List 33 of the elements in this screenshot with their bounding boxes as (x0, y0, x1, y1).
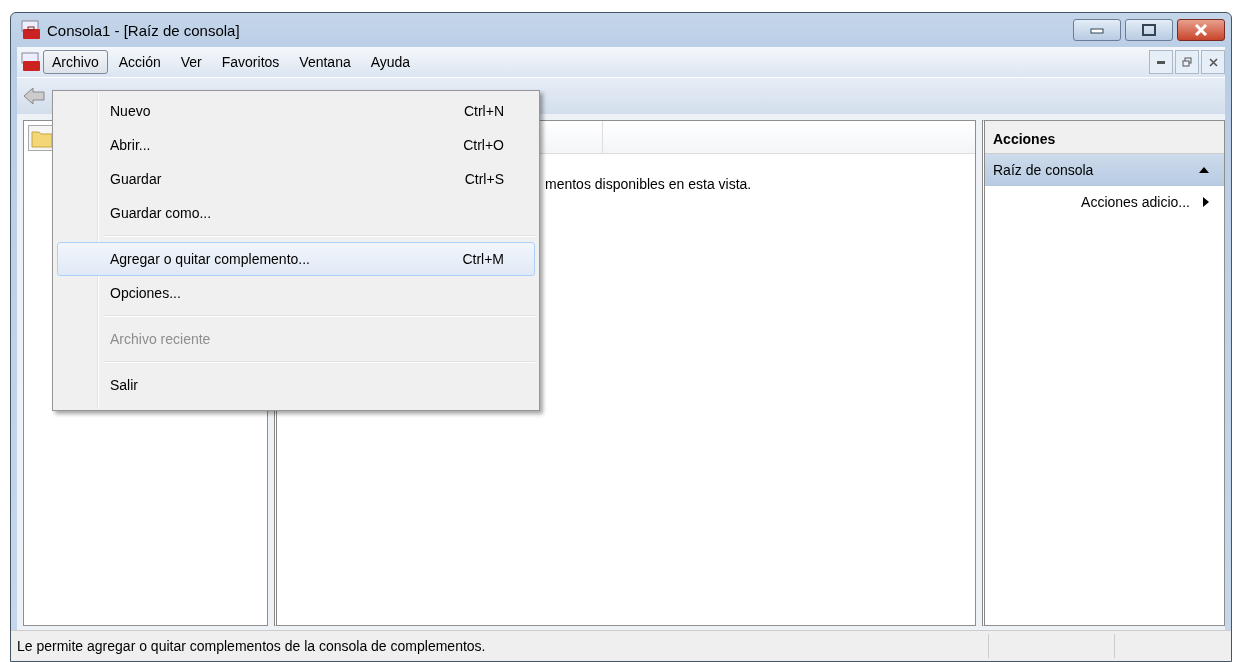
action-item[interactable]: Acciones adicio... (985, 186, 1224, 218)
actions-section-header[interactable]: Raíz de consola (985, 154, 1224, 186)
close-icon (1208, 57, 1218, 67)
menu-item[interactable]: Opciones... (57, 276, 535, 310)
restore-icon (1182, 57, 1192, 67)
maximize-icon (1142, 24, 1156, 36)
submenu-arrow-icon (1202, 196, 1210, 208)
menu-item[interactable]: Favoritos (212, 50, 289, 74)
window-title: Consola1 - [Raíz de consola] (47, 21, 240, 39)
menu-item[interactable]: Ayuda (361, 50, 420, 74)
menu-item[interactable]: Nuevo Ctrl+N (57, 94, 535, 128)
menu-item[interactable]: Ver (171, 50, 211, 74)
menu-item[interactable]: Abrir... Ctrl+O (57, 128, 535, 162)
menu-item[interactable]: Guardar Ctrl+S (57, 162, 535, 196)
status-text: Le permite agregar o quitar complementos de la consola de complementos. (17, 638, 487, 654)
close-button[interactable] (1177, 19, 1225, 41)
minimize-button[interactable] (1073, 19, 1121, 41)
close-icon (1194, 24, 1208, 36)
toolbox-icon (21, 20, 41, 40)
maximize-button[interactable] (1125, 19, 1173, 41)
actions-title: Acciones (985, 121, 1224, 154)
close-button[interactable] (1201, 50, 1225, 74)
empty-message: mentos disponibles en esta vista. (545, 176, 752, 192)
minimize-icon (1157, 60, 1165, 64)
toolbox-icon[interactable] (21, 52, 41, 72)
menu-item[interactable]: Salir (57, 368, 535, 402)
menu-item[interactable]: Acción (109, 50, 170, 74)
minimize-button[interactable] (1149, 50, 1173, 74)
menu-item[interactable]: Ventana (290, 50, 360, 74)
menu-item[interactable]: Archivo (43, 50, 108, 74)
menu-item[interactable]: Agregar o quitar complemento... Ctrl+M (57, 242, 535, 276)
minimize-icon (1090, 26, 1104, 34)
menu-item[interactable]: Guardar como... (57, 196, 535, 230)
